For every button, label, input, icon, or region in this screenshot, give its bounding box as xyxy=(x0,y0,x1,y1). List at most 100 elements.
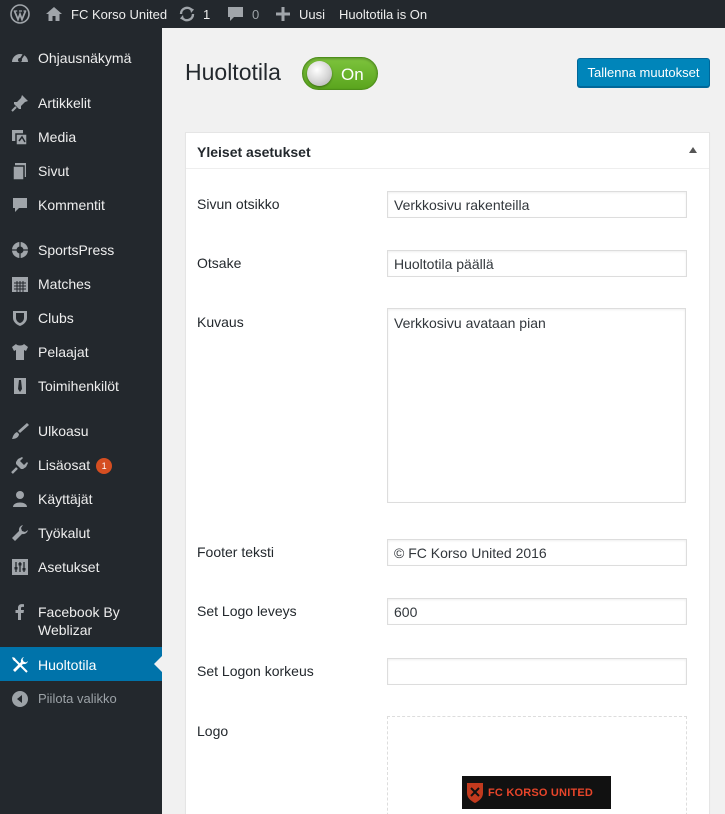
admin-sidebar: Ohjausnäkymä Artikkelit Media Sivut Komm… xyxy=(0,28,162,814)
menu-label-facebook-weblizar: Facebook By Weblizar xyxy=(38,602,120,639)
menu-label-clubs: Clubs xyxy=(38,310,74,326)
comments-count: 0 xyxy=(252,6,260,22)
menu-item-staff[interactable]: Toimihenkilöt xyxy=(0,376,162,396)
menu-label-staff: Toimihenkilöt xyxy=(38,378,119,394)
maintenance-toggle[interactable]: On xyxy=(302,57,378,90)
logo-text: FC KORSO UNITED xyxy=(488,786,594,799)
menu-label-sportspress: SportsPress xyxy=(38,242,115,258)
menu-label-facebook-line2: Weblizar xyxy=(38,622,93,638)
club-crest-icon xyxy=(462,776,488,809)
logo-preview-image: FC KORSO UNITED xyxy=(462,776,611,809)
menu-label-plugins-text: Lisäosat xyxy=(38,457,91,473)
logo-height-input[interactable] xyxy=(387,658,687,685)
menu-label-facebook-line1: Facebook By xyxy=(38,604,120,620)
media-icon xyxy=(10,127,30,147)
menu-item-users[interactable]: Käyttäjät xyxy=(0,489,162,509)
menu-item-media[interactable]: Media xyxy=(0,127,162,147)
home-icon xyxy=(46,7,62,21)
menu-item-plugins[interactable]: Lisäosat 1 xyxy=(0,455,162,475)
plus-icon xyxy=(276,7,290,21)
logo-width-label: Set Logo leveys xyxy=(197,603,297,619)
panel-title: Yleiset asetukset xyxy=(197,144,311,160)
user-icon xyxy=(10,489,30,509)
logo-height-label: Set Logon korkeus xyxy=(197,663,314,679)
settings-icon xyxy=(10,557,30,577)
footer-text-label: Footer teksti xyxy=(197,544,275,560)
toggle-knob xyxy=(307,61,332,86)
menu-item-pages[interactable]: Sivut xyxy=(0,161,162,181)
shirt-icon xyxy=(10,342,30,362)
heading-input[interactable] xyxy=(387,250,687,277)
menu-label-tools: Työkalut xyxy=(38,525,91,541)
plugin-icon xyxy=(10,455,30,475)
calendar-icon xyxy=(10,274,30,294)
comments-link[interactable]: 0 xyxy=(227,0,259,28)
wordpress-icon xyxy=(10,4,30,24)
tie-icon xyxy=(10,376,30,396)
menu-label-posts: Artikkelit xyxy=(38,95,91,111)
menu-item-comments[interactable]: Kommentit xyxy=(0,195,162,215)
menu-item-matches[interactable]: Matches xyxy=(0,274,162,294)
menu-label-media: Media xyxy=(38,129,77,145)
comment-bubble-icon xyxy=(228,7,243,21)
collapse-icon xyxy=(10,689,30,709)
panel-collapse-icon[interactable] xyxy=(689,147,697,153)
maintenance-status: Huoltotila is On xyxy=(339,6,428,22)
toggle-label: On xyxy=(341,65,364,84)
new-content-link[interactable]: Uusi xyxy=(276,0,325,28)
menu-item-posts[interactable]: Artikkelit xyxy=(0,93,162,113)
tools-icon xyxy=(10,655,30,675)
new-label: Uusi xyxy=(299,6,326,22)
wrench-icon xyxy=(10,523,30,543)
page-title: Huoltotila xyxy=(185,59,281,85)
menu-label-pages: Sivut xyxy=(38,163,70,179)
menu-label-users: Käyttäjät xyxy=(38,491,93,507)
admin-bar: FC Korso United 1 0 Uusi Huoltotila is O… xyxy=(0,0,725,28)
plugins-update-badge: 1 xyxy=(96,458,113,474)
site-title-label: Sivun otsikko xyxy=(197,196,280,212)
menu-item-facebook-weblizar[interactable]: Facebook By Weblizar xyxy=(0,602,162,639)
updates-count: 1 xyxy=(203,6,211,22)
shield-icon xyxy=(10,308,30,328)
menu-item-dashboard[interactable]: Ohjausnäkymä xyxy=(0,48,162,68)
menu-label-dashboard: Ohjausnäkymä xyxy=(38,50,132,66)
save-changes-button[interactable]: Tallenna muutokset xyxy=(577,58,710,87)
menu-item-tools[interactable]: Työkalut xyxy=(0,523,162,543)
updates-link[interactable]: 1 xyxy=(178,0,210,28)
logo-width-input[interactable] xyxy=(387,598,687,625)
menu-label-collapse: Piilota valikko xyxy=(38,691,117,706)
facebook-icon xyxy=(10,602,30,622)
panel-header[interactable]: Yleiset asetukset xyxy=(186,133,709,169)
menu-item-sportspress[interactable]: SportsPress xyxy=(0,240,162,260)
description-label: Kuvaus xyxy=(197,314,244,330)
menu-item-appearance[interactable]: Ulkoasu xyxy=(0,421,162,441)
wordpress-logo-button[interactable] xyxy=(10,0,30,28)
site-title-input[interactable] xyxy=(387,191,687,218)
dashboard-icon xyxy=(10,48,30,68)
menu-item-players[interactable]: Pelaajat xyxy=(0,342,162,362)
heading-label: Otsake xyxy=(197,255,242,271)
menu-label-plugins: Lisäosat 1 xyxy=(38,455,113,474)
collapse-menu-button[interactable]: Piilota valikko xyxy=(0,689,162,709)
logo-label: Logo xyxy=(197,723,229,739)
site-name-link[interactable]: FC Korso United xyxy=(45,0,167,28)
sportspress-icon xyxy=(10,240,30,260)
menu-item-maintenance[interactable]: Huoltotila xyxy=(0,647,162,681)
menu-label-settings: Asetukset xyxy=(38,559,100,575)
pages-icon xyxy=(10,161,30,181)
menu-label-comments: Kommentit xyxy=(38,197,105,213)
menu-item-settings[interactable]: Asetukset xyxy=(0,557,162,577)
site-name: FC Korso United xyxy=(71,6,168,22)
menu-label-maintenance: Huoltotila xyxy=(38,657,97,673)
menu-label-appearance: Ulkoasu xyxy=(38,423,89,439)
updates-icon xyxy=(179,6,195,22)
brush-icon xyxy=(10,421,30,441)
footer-text-input[interactable] xyxy=(387,539,687,566)
menu-label-players: Pelaajat xyxy=(38,344,89,360)
pin-icon xyxy=(10,93,30,113)
comment-icon xyxy=(10,195,30,215)
maintenance-status-link[interactable]: Huoltotila is On xyxy=(339,0,427,28)
menu-item-clubs[interactable]: Clubs xyxy=(0,308,162,328)
description-textarea[interactable]: Verkkosivu avataan pian xyxy=(387,308,686,503)
menu-label-matches: Matches xyxy=(38,276,91,292)
